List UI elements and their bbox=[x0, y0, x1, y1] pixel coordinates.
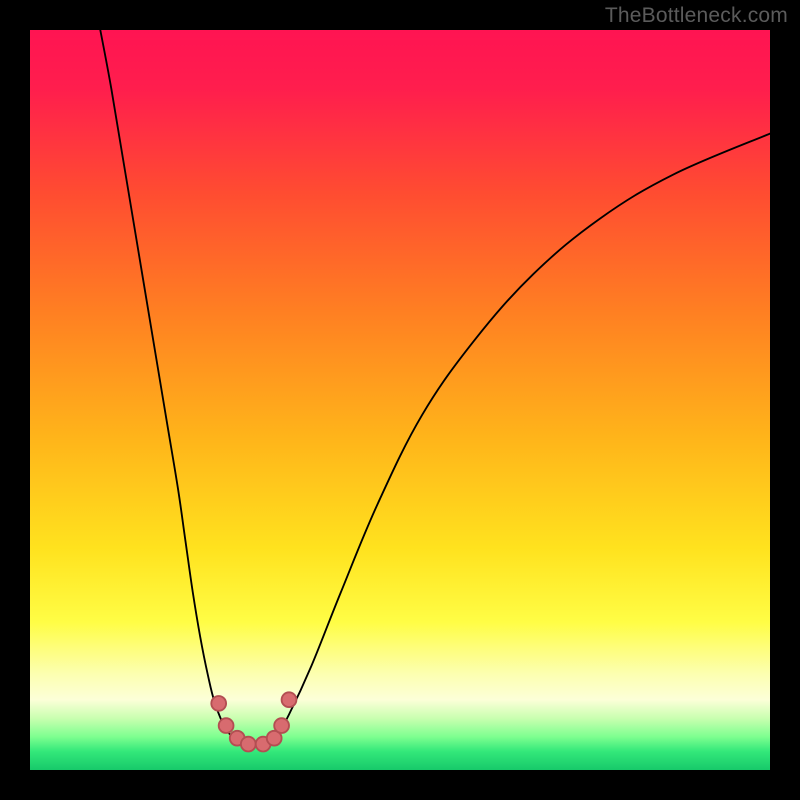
curve-layer bbox=[30, 30, 770, 770]
dip-marker bbox=[241, 737, 256, 752]
chart-frame: TheBottleneck.com bbox=[0, 0, 800, 800]
dip-marker bbox=[282, 692, 297, 707]
watermark-text: TheBottleneck.com bbox=[605, 4, 788, 28]
marker-group bbox=[211, 692, 296, 751]
dip-marker bbox=[219, 718, 234, 733]
plot-area bbox=[30, 30, 770, 770]
dip-marker bbox=[274, 718, 289, 733]
dip-marker bbox=[211, 696, 226, 711]
bottleneck-curve bbox=[100, 30, 770, 746]
